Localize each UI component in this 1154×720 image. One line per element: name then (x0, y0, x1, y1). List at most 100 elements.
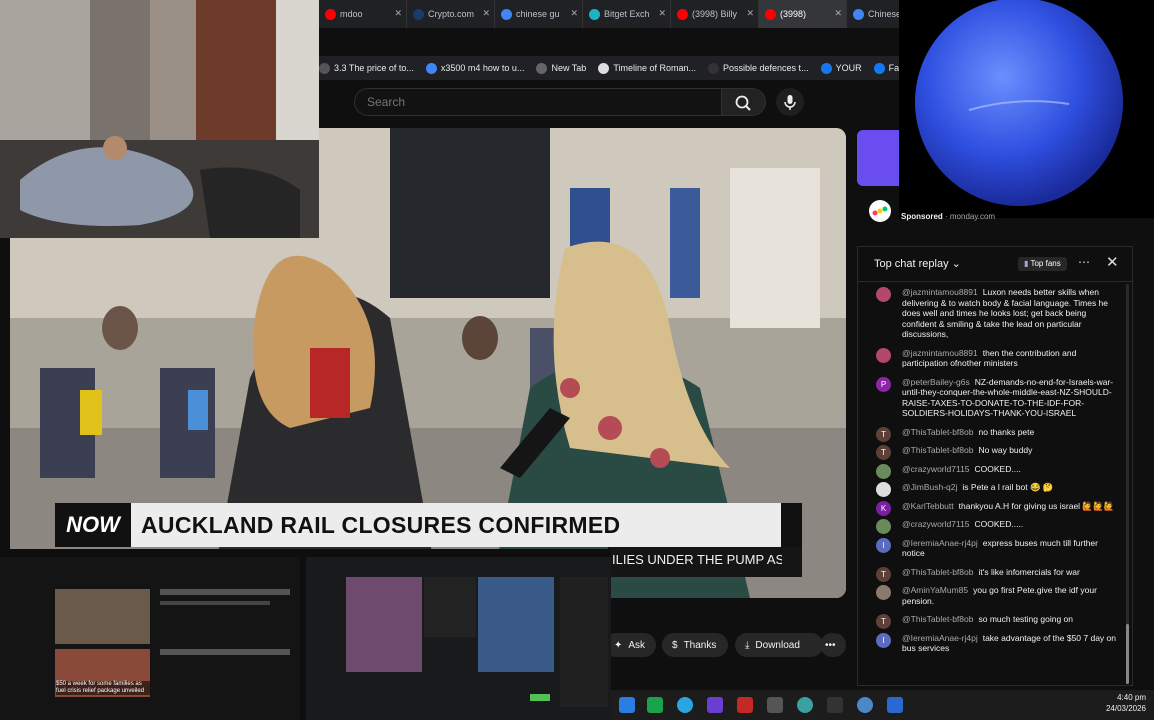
bookmark-item[interactable]: 3.3 The price of to... (319, 62, 414, 74)
ask-label: Ask (628, 639, 646, 651)
top-fans-label: Top fans (1030, 259, 1061, 268)
chat-author[interactable]: @ThisTablet-bf8ob (902, 445, 973, 455)
taskbar-app-icon[interactable] (619, 697, 635, 713)
close-tab-icon[interactable]: ✕ (482, 8, 490, 19)
close-tab-icon[interactable]: ✕ (394, 8, 402, 19)
avatar[interactable]: T (876, 566, 891, 582)
avatar[interactable] (876, 482, 891, 497)
chat-author[interactable]: @KarlTebbutt (902, 501, 954, 511)
facebook-icon (820, 62, 832, 74)
browser-tab[interactable]: Chinese x✕ (847, 0, 899, 28)
chat-mode-dropdown[interactable]: Top chat replay ⌄ (874, 257, 961, 270)
gear-icon[interactable] (857, 697, 873, 713)
avatar[interactable] (876, 585, 891, 600)
close-tab-icon[interactable]: ✕ (658, 8, 666, 19)
chat-message-list: @jazmintamou8891 Luxon needs better skill… (858, 285, 1126, 660)
sparkle-icon: ✦ (614, 639, 623, 651)
chat-scrollbar[interactable] (1125, 284, 1130, 684)
wikipedia-icon (598, 62, 610, 74)
taskbar-app-icon[interactable] (737, 697, 753, 713)
chat-message: I @IeremiaAnae-rj4pj express buses much ti… (858, 536, 1126, 561)
gamepad-icon[interactable] (767, 697, 783, 713)
chat-replay-panel: Top chat replay ⌄ ▮ Top fans ⋯ ✕ @jazmin… (857, 246, 1133, 686)
chat-author[interactable]: @IeremiaAnae-rj4pj (902, 633, 978, 643)
browser-tab[interactable]: Bitget Exch ✕ (583, 0, 671, 28)
sponsored-ad[interactable]: Sponsored · monday.com (857, 130, 1154, 230)
youtube-icon (677, 8, 688, 20)
avatar[interactable] (876, 519, 891, 534)
bookmark-item[interactable]: Facebook green (873, 62, 899, 74)
browser-tab[interactable]: (3998) Billy ✕ (671, 0, 759, 28)
chevron-down-icon: ⌄ (951, 258, 961, 270)
monday-logo-icon (869, 200, 891, 222)
chat-author[interactable]: @jazmintamou8891 (902, 348, 978, 358)
chat-author[interactable]: @ThisTablet-bf8ob (902, 567, 973, 577)
avatar[interactable]: K (876, 500, 891, 516)
bookmark-item[interactable]: Possible defences t... (708, 62, 809, 74)
chat-author[interactable]: @peterBailey-g6s (902, 377, 970, 387)
bookmark-label: YOUR (835, 63, 862, 73)
bookmark-item[interactable]: YOUR (820, 62, 862, 74)
download-label: Download (755, 639, 800, 651)
taskbar-app-icon[interactable] (707, 697, 723, 713)
close-tab-icon[interactable]: ✕ (834, 8, 842, 19)
download-icon: ⤓ (745, 639, 750, 651)
search-input[interactable] (365, 94, 709, 110)
chat-author[interactable]: @crazyworld7115 (902, 519, 970, 529)
browser-tab[interactable]: mdoo ✕ (319, 0, 407, 28)
avatar[interactable]: I (876, 632, 891, 648)
ad-banner-image (857, 130, 899, 186)
ask-button[interactable]: ✦ Ask (604, 633, 656, 657)
chat-more-icon[interactable]: ⋯ (1078, 255, 1090, 269)
chat-message: K @KarlTebbutt thankyou A.H for giving us … (858, 499, 1126, 516)
chat-author[interactable]: @JimBush-q2j (902, 482, 957, 492)
browser-tab-strip: mdoo ✕ Crypto.com ✕ chinese gu ✕ Bitget Exch ✕(… (319, 0, 899, 28)
chat-message: @JimBush-q2j is Pete a l rail bot 😂 🤔 (858, 480, 1126, 497)
close-tab-icon[interactable]: ✕ (746, 8, 754, 19)
browser-tab[interactable]: chinese gu ✕ (495, 0, 583, 28)
stream-preview-overlay: $50 a week for some families as fuel cri… (0, 549, 611, 720)
chat-text: is Pete a l rail bot 😂 🤔 (962, 482, 1054, 492)
download-button[interactable]: ⤓ Download (735, 633, 823, 657)
more-actions-button[interactable]: ••• (820, 633, 846, 657)
bookmark-item[interactable]: New Tab (536, 62, 586, 74)
chat-author[interactable]: @crazyworld7115 (902, 464, 970, 474)
browser-tab[interactable]: Crypto.com ✕ (407, 0, 495, 28)
top-fans-button[interactable]: ▮ Top fans (1018, 257, 1067, 271)
microphone-icon (784, 95, 796, 110)
taskbar-app-icon[interactable] (827, 697, 843, 713)
taskbar-app-icon[interactable] (797, 697, 813, 713)
tab-label: (3998) Billy (692, 9, 738, 19)
chat-author[interactable]: @AminYaMum85 (902, 585, 968, 595)
channel-logo: NOW (55, 503, 131, 547)
voice-search-button[interactable] (776, 88, 804, 116)
tab-label: mdoo (340, 9, 363, 19)
newtab-icon (536, 62, 548, 74)
avatar[interactable] (876, 347, 891, 363)
chat-author[interactable]: @ThisTablet-bf8ob (902, 614, 973, 624)
telegram-icon[interactable] (677, 697, 693, 713)
chat-author[interactable]: @jazmintamou8891 (902, 287, 978, 297)
browser-tab[interactable]: (3998) ✕ (759, 0, 847, 28)
avatar[interactable]: T (876, 614, 891, 629)
avatar[interactable] (876, 287, 891, 302)
chat-author[interactable]: @IeremiaAnae-rj4pj (902, 538, 978, 548)
avatar[interactable]: I (876, 537, 891, 553)
avatar[interactable]: P (876, 376, 891, 392)
google-icon (853, 8, 864, 20)
avatar[interactable]: T (876, 426, 891, 442)
close-tab-icon[interactable]: ✕ (570, 8, 578, 19)
search-button[interactable] (722, 88, 766, 116)
bookmark-item[interactable]: x3500 m4 how to u... (425, 62, 524, 74)
chat-author[interactable]: @ThisTablet-bf8ob (902, 427, 973, 437)
avatar[interactable] (876, 463, 891, 479)
taskbar-app-icon[interactable] (887, 697, 903, 713)
system-clock[interactable]: 4:40 pm 24/03/2026 (1106, 692, 1146, 714)
bookmark-item[interactable]: Timeline of Roman... (598, 62, 696, 74)
thanks-button[interactable]: $ Thanks (662, 633, 728, 657)
avatar[interactable]: T (876, 445, 891, 460)
close-icon[interactable]: ✕ (1106, 253, 1119, 271)
bitget-icon (589, 8, 600, 20)
chat-message: T @ThisTablet-bf8ob no thanks pete (858, 425, 1126, 442)
taskbar-app-icon[interactable] (647, 697, 663, 713)
